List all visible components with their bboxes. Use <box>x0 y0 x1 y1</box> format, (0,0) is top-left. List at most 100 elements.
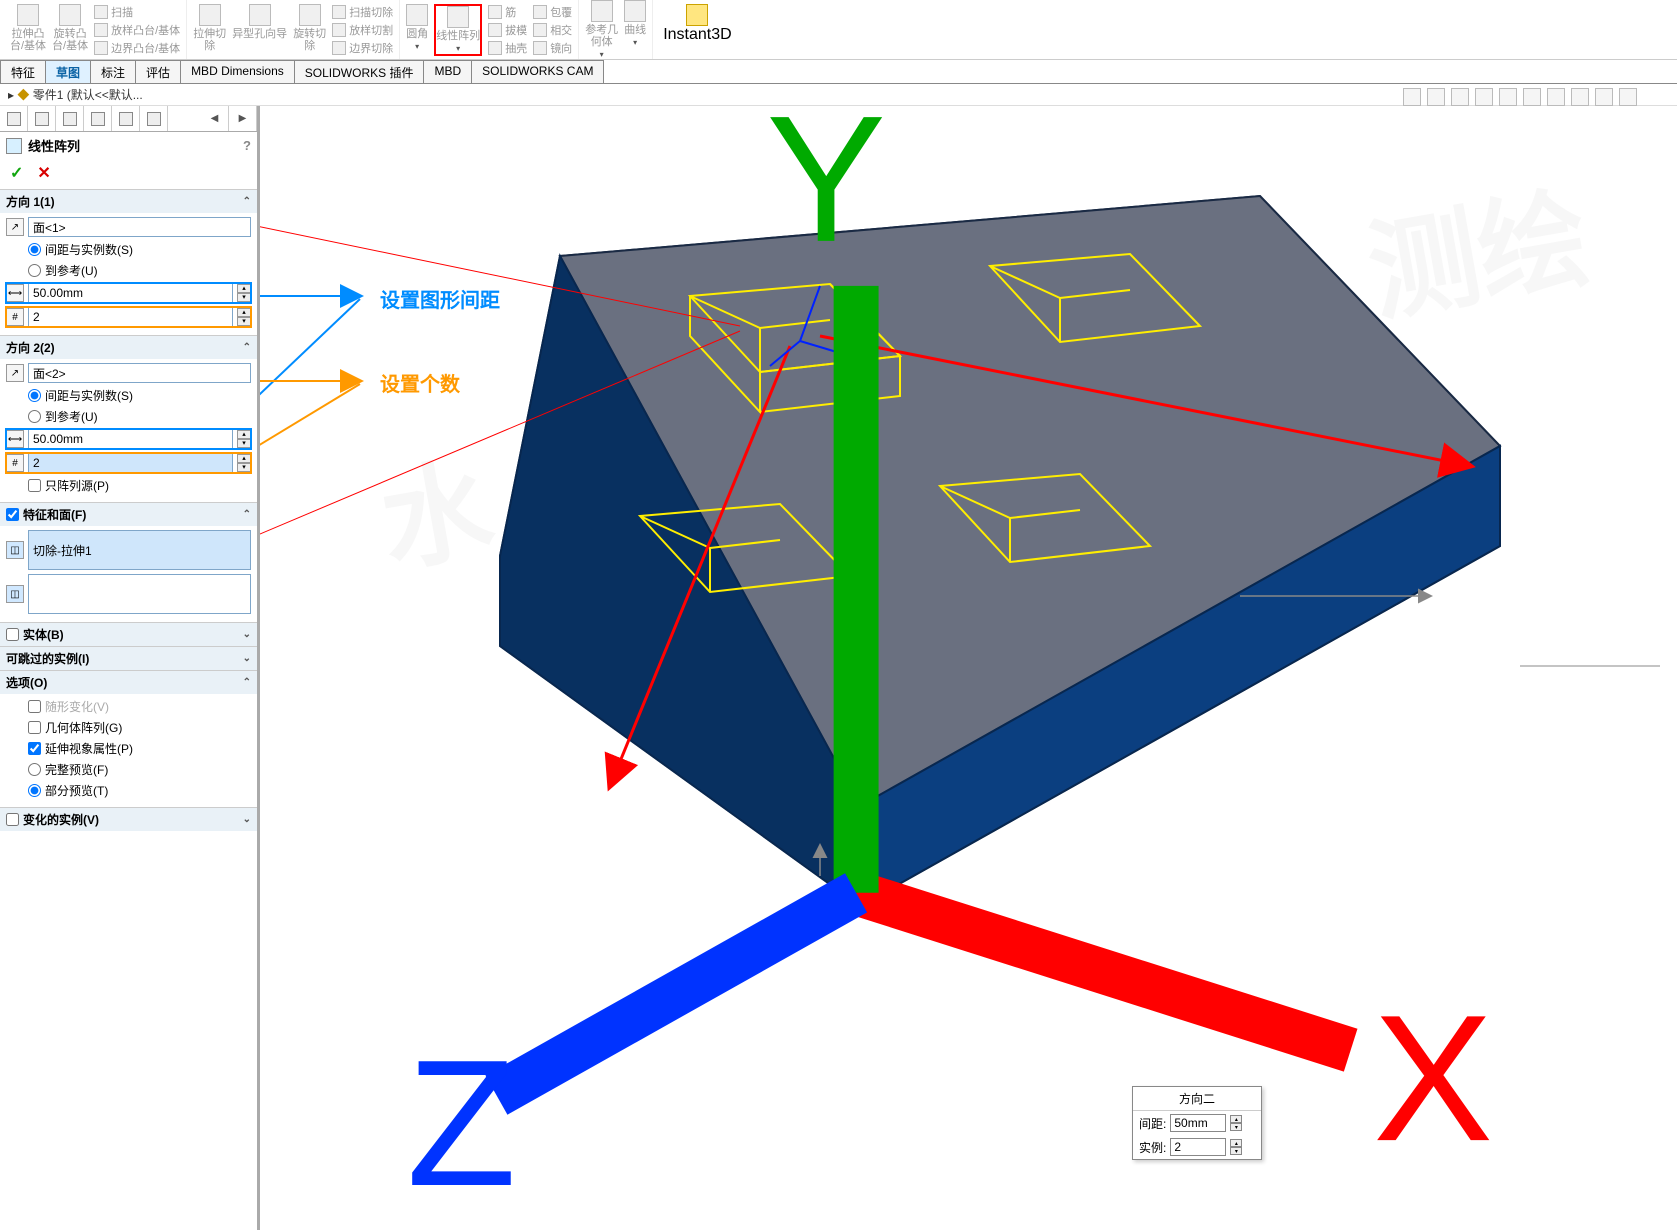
dir1-face-input[interactable] <box>28 217 251 237</box>
section-vary-instance[interactable]: 变化的实例(V)⌄ <box>0 807 257 831</box>
property-icon <box>35 112 49 126</box>
section-dir2[interactable]: 方向 2(2)⌃ <box>0 335 257 359</box>
spacing-icon: ⟷ <box>6 284 24 302</box>
breadcrumb-text: 零件1 (默认<<默认... <box>33 88 143 102</box>
vt-section-icon[interactable] <box>1475 88 1493 106</box>
rb-draft[interactable]: 拔模 <box>488 22 527 38</box>
vt-zoom-fit-icon[interactable] <box>1403 88 1421 106</box>
reverse-dir2-icon[interactable]: ↗ <box>6 364 24 382</box>
dir2-spacing-spinner[interactable]: ▴▾ <box>237 430 251 448</box>
cancel-button[interactable]: ✕ <box>37 163 50 183</box>
count-icon: # <box>6 308 24 326</box>
help-icon[interactable]: ? <box>243 138 251 153</box>
tab-features[interactable]: 特征 <box>0 60 46 83</box>
dir2-count-spinner[interactable]: ▴▾ <box>237 454 251 472</box>
dir1-spacing-spinner[interactable]: ▴▾ <box>237 284 251 302</box>
dir1-count-input[interactable] <box>28 307 233 327</box>
rb-mirror[interactable]: 镜向 <box>533 40 572 56</box>
svg-text:Z: Z <box>407 1023 517 1224</box>
ptab-feature-tree[interactable] <box>0 106 28 131</box>
rb-revolve-cut[interactable]: 旋转切 除 <box>293 4 326 56</box>
rb-revolve-boss[interactable]: 旋转凸 台/基体 <box>52 4 88 56</box>
opt-propagate-visual[interactable]: 延伸视象属性(P) <box>6 740 251 757</box>
display-icon <box>119 112 133 126</box>
dir2-face-input[interactable] <box>28 363 251 383</box>
opt-partial-preview[interactable]: 部分预览(T) <box>6 782 251 799</box>
ptab-config[interactable] <box>56 106 84 131</box>
vt-apply-scene-icon[interactable] <box>1595 88 1613 106</box>
feature-icon: ◫ <box>6 541 24 559</box>
vt-prev-view-icon[interactable] <box>1451 88 1469 106</box>
ptab-left[interactable]: ◀ <box>201 106 229 131</box>
dir1-count-spinner[interactable]: ▴▾ <box>237 308 251 326</box>
tab-annotate[interactable]: 标注 <box>90 60 136 83</box>
vt-edit-appearance-icon[interactable] <box>1571 88 1589 106</box>
axis-triad[interactable]: X Y Z <box>260 106 1677 1230</box>
tab-sketch[interactable]: 草图 <box>45 60 91 83</box>
rb-loft[interactable]: 放样凸台/基体 <box>94 22 180 38</box>
rb-sweep-cut[interactable]: 扫描切除 <box>332 4 393 20</box>
dir2-only-source[interactable]: 只阵列源(P) <box>6 477 251 494</box>
rb-curves[interactable]: 曲线▾ <box>624 0 646 59</box>
tab-mbd-dim[interactable]: MBD Dimensions <box>180 60 295 83</box>
rb-ref-geom[interactable]: 参考几 何体▾ <box>585 0 618 59</box>
dir1-radio-spacing[interactable]: 间距与实例数(S) <box>6 241 251 258</box>
reverse-dir1-icon[interactable]: ↗ <box>6 218 24 236</box>
tab-mbd[interactable]: MBD <box>423 60 472 83</box>
property-panel: ◀ ▶ 线性阵列 ? ✓ ✕ 方向 1(1)⌃ ↗ 间距与实例数(S) 到参考(… <box>0 106 260 1230</box>
section-body[interactable]: 实体(B)⌄ <box>0 622 257 646</box>
vt-zoom-area-icon[interactable] <box>1427 88 1445 106</box>
vt-view-orient-icon[interactable] <box>1499 88 1517 106</box>
vt-hide-show-icon[interactable] <box>1547 88 1565 106</box>
vt-display-style-icon[interactable] <box>1523 88 1541 106</box>
vt-view-settings-icon[interactable] <box>1619 88 1637 106</box>
rb-intersect[interactable]: 相交 <box>533 22 572 38</box>
section-skip[interactable]: 可跳过的实例(I)⌄ <box>0 646 257 670</box>
tab-evaluate[interactable]: 评估 <box>135 60 181 83</box>
tab-sw-addins[interactable]: SOLIDWORKS 插件 <box>294 60 425 83</box>
rb-loft-cut[interactable]: 放样切割 <box>332 22 393 38</box>
rb-sweep[interactable]: 扫描 <box>94 4 180 20</box>
count2-icon: # <box>6 454 24 472</box>
rb-boundary-cut[interactable]: 边界切除 <box>332 40 393 56</box>
breadcrumb-arrow-icon: ▸ <box>8 88 17 102</box>
rb-instant3d[interactable]: Instant3D <box>653 0 741 59</box>
rb-extrude-boss[interactable]: 拉伸凸 台/基体 <box>10 4 46 56</box>
rb-wrap[interactable]: 包覆 <box>533 4 572 20</box>
section-features[interactable]: 特征和面(F)⌃ <box>0 502 257 526</box>
dir2-radio-ref[interactable]: 到参考(U) <box>6 408 251 425</box>
opt-full-preview[interactable]: 完整预览(F) <box>6 761 251 778</box>
tab-sw-cam[interactable]: SOLIDWORKS CAM <box>471 60 604 83</box>
ptab-dimxpert[interactable] <box>84 106 112 131</box>
opt-geom-pattern[interactable]: 几何体阵列(G) <box>6 719 251 736</box>
rb-boundary[interactable]: 边界凸台/基体 <box>94 40 180 56</box>
rb-linear-pattern[interactable]: 线性阵列▾ <box>434 4 482 56</box>
opt-vary-shape[interactable]: 随形变化(V) <box>6 698 251 715</box>
ptab-property[interactable] <box>28 106 56 131</box>
section-options[interactable]: 选项(O)⌃ <box>0 670 257 694</box>
3d-viewport[interactable]: 测绘 水 <box>260 106 1677 1230</box>
face-list[interactable] <box>28 574 251 614</box>
ok-button[interactable]: ✓ <box>10 163 23 183</box>
rb-shell[interactable]: 抽壳 <box>488 40 527 56</box>
ptab-more[interactable] <box>140 106 168 131</box>
dir2-count-input[interactable] <box>28 453 233 473</box>
dir1-radio-ref[interactable]: 到参考(U) <box>6 262 251 279</box>
spacing2-icon: ⟷ <box>6 430 24 448</box>
svg-text:Y: Y <box>766 106 886 280</box>
feature-list[interactable] <box>28 530 251 570</box>
ptab-display[interactable] <box>112 106 140 131</box>
rb-fillet[interactable]: 圆角▾ <box>406 4 428 56</box>
dimxpert-icon <box>91 112 105 126</box>
ptab-right[interactable]: ▶ <box>229 106 257 131</box>
section-dir1[interactable]: 方向 1(1)⌃ <box>0 189 257 213</box>
dir2-spacing-input[interactable] <box>28 429 233 449</box>
part-icon: ◆ <box>17 88 32 102</box>
rb-hole-wizard[interactable]: 异型孔向导 <box>232 4 287 56</box>
linear-pattern-icon <box>6 138 22 154</box>
panel-tabstrip: ◀ ▶ <box>0 106 257 132</box>
dir1-spacing-input[interactable] <box>28 283 233 303</box>
rb-rib[interactable]: 筋 <box>488 4 527 20</box>
dir2-radio-spacing[interactable]: 间距与实例数(S) <box>6 387 251 404</box>
rb-extrude-cut[interactable]: 拉伸切 除 <box>193 4 226 56</box>
